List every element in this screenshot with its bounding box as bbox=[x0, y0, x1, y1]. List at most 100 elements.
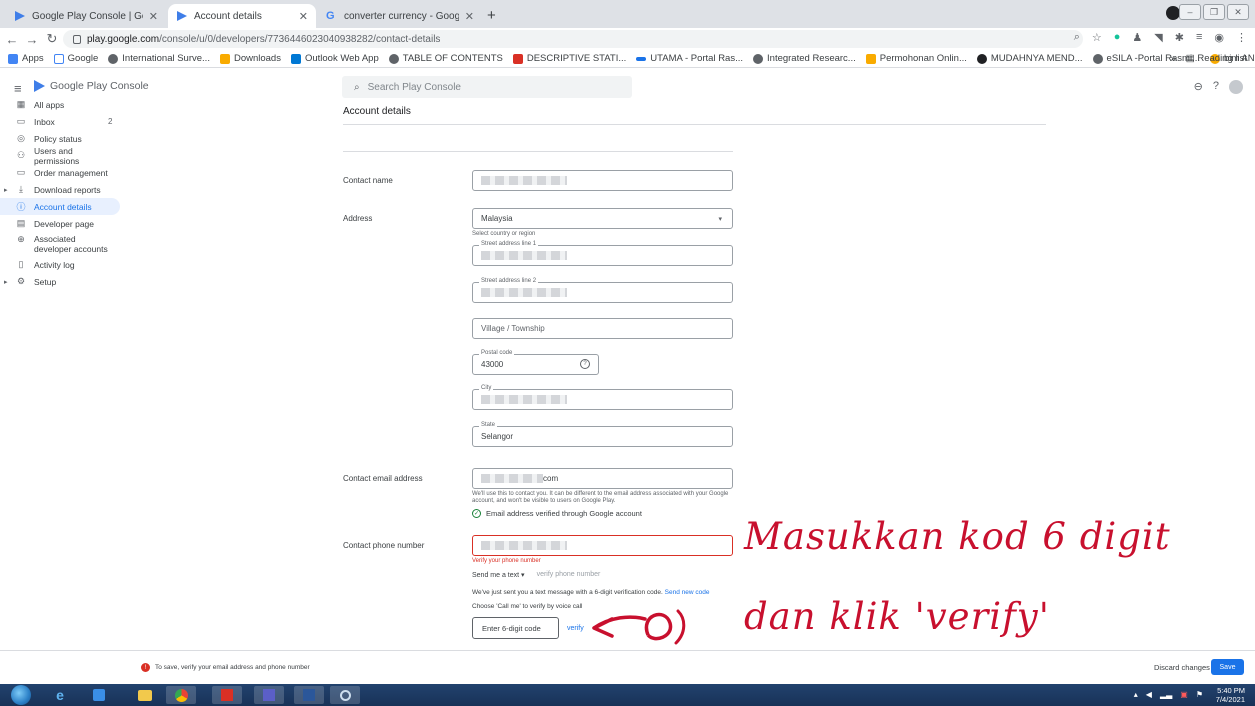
contact-name-field[interactable] bbox=[472, 170, 733, 191]
star-icon[interactable]: ☆ bbox=[1092, 31, 1102, 44]
tab-converter-currency[interactable]: G converter currency - Google Sea ✕ bbox=[318, 4, 482, 28]
state-field[interactable]: State Selangor bbox=[472, 422, 733, 447]
help-icon[interactable]: ? bbox=[1213, 80, 1219, 94]
bookmark-permohonan[interactable]: Permohonan Onlin... bbox=[865, 53, 967, 64]
extension-icon[interactable]: ♟ bbox=[1132, 31, 1142, 44]
reading-list-button[interactable]: ▤ Reading list bbox=[1186, 53, 1247, 64]
sidebar-item-setup[interactable]: ▸ ⚙ Setup bbox=[0, 273, 120, 290]
avatar[interactable] bbox=[1229, 80, 1243, 94]
village-field[interactable]: Village / Township bbox=[472, 318, 733, 339]
bookmarks-bar: Apps Google International Surve... Downl… bbox=[0, 50, 1255, 68]
postal-code-field[interactable]: Postal code 43000 ? bbox=[472, 350, 599, 375]
profile-icon[interactable] bbox=[1166, 6, 1180, 20]
extension-icons: ⌕ ☆ ● ♟ ◥ ✱ ≡ ◉ ⋮ bbox=[1074, 31, 1247, 44]
search-tool-icon[interactable] bbox=[330, 686, 360, 704]
system-clock[interactable]: 5:40 PM 7/4/2021 bbox=[1216, 686, 1245, 704]
close-tab-icon[interactable]: ✕ bbox=[149, 10, 158, 23]
bookmark-apps[interactable]: Apps bbox=[8, 53, 44, 64]
bookmark-downloads[interactable]: Downloads bbox=[219, 53, 281, 64]
sidebar-item-inbox[interactable]: ▭ Inbox 2 bbox=[0, 113, 120, 130]
reload-icon[interactable]: ↻ bbox=[42, 31, 62, 47]
sidebar-item-associated-accounts[interactable]: ⊕ Associated developer accounts bbox=[0, 232, 120, 256]
bookmark-table-of-contents[interactable]: TABLE OF CONTENTS bbox=[388, 53, 503, 64]
country-select[interactable]: Malaysia ▾ bbox=[472, 208, 733, 229]
sidebar-item-activity-log[interactable]: ▯ Activity log bbox=[0, 256, 120, 273]
close-tab-icon[interactable]: ✕ bbox=[465, 10, 474, 23]
bookmark-mudahnya[interactable]: MUDAHNYA MEND... bbox=[976, 53, 1083, 64]
phone-field[interactable] bbox=[472, 535, 733, 556]
extension-icon[interactable]: ◥ bbox=[1154, 31, 1162, 44]
divider bbox=[343, 151, 733, 152]
tab-google-play-console[interactable]: Google Play Console | Google Pl ✕ bbox=[6, 4, 166, 28]
grammarly-icon[interactable]: ● bbox=[1114, 31, 1121, 44]
account-icon: ⓘ bbox=[16, 202, 26, 212]
file-explorer-icon[interactable] bbox=[130, 686, 160, 704]
play-console-logo[interactable]: Google Play Console bbox=[34, 80, 149, 92]
menu-icon[interactable]: ⋮ bbox=[1236, 31, 1247, 44]
zoom-icon[interactable]: ⌕ bbox=[1074, 31, 1080, 44]
sidebar-item-account-details[interactable]: ⓘ Account details bbox=[0, 198, 120, 215]
flag-icon[interactable]: ⚑ bbox=[1196, 690, 1203, 699]
notification-icon[interactable]: ▣ bbox=[1180, 690, 1188, 699]
tray-expand-icon[interactable]: ▴ bbox=[1134, 690, 1138, 699]
minimize-button[interactable]: – bbox=[1179, 4, 1201, 20]
back-icon[interactable]: ← bbox=[2, 32, 22, 47]
expand-icon[interactable]: ▸ bbox=[4, 186, 8, 194]
email-verified-note: ✓ Email address verified through Google … bbox=[472, 509, 642, 518]
verification-code-input[interactable]: Enter 6-digit code bbox=[472, 617, 559, 639]
sidebar-item-order-management[interactable]: ▭ Order management bbox=[0, 164, 120, 181]
bookmark-utama[interactable]: UTAMA - Portal Ras... bbox=[636, 53, 743, 64]
street-address-1-field[interactable]: Street address line 1 bbox=[472, 241, 733, 266]
sidebar-item-developer-page[interactable]: ▤ Developer page bbox=[0, 215, 120, 232]
address-bar[interactable]: play.google.com/console/u/0/developers/7… bbox=[63, 30, 1083, 48]
maximize-button[interactable]: ❐ bbox=[1203, 4, 1225, 20]
puzzle-icon[interactable]: ✱ bbox=[1175, 31, 1184, 44]
tab-account-details[interactable]: Account details ✕ bbox=[168, 4, 316, 28]
new-tab-button[interactable]: + bbox=[487, 7, 496, 24]
volume-icon[interactable]: ◀ bbox=[1146, 690, 1152, 699]
email-field[interactable]: com bbox=[472, 468, 733, 489]
verify-button[interactable]: verify bbox=[567, 625, 584, 632]
internet-explorer-icon[interactable]: e bbox=[45, 686, 75, 704]
close-window-button[interactable]: ✕ bbox=[1227, 4, 1249, 20]
expand-icon[interactable]: ▸ bbox=[4, 278, 8, 286]
media-icon[interactable]: ≡ bbox=[1196, 31, 1202, 44]
teams-icon[interactable] bbox=[254, 686, 284, 704]
verify-phone-button[interactable]: verify phone number bbox=[537, 571, 601, 579]
acrobat-icon[interactable] bbox=[212, 686, 242, 704]
start-button[interactable] bbox=[11, 685, 31, 705]
bookmark-integrated-research[interactable]: Integrated Researc... bbox=[753, 53, 856, 64]
word-icon[interactable] bbox=[294, 686, 324, 704]
sidebar-item-policy-status[interactable]: ◎ Policy status bbox=[0, 130, 120, 147]
bookmark-google[interactable]: Google bbox=[53, 53, 98, 64]
sidebar-item-download-reports[interactable]: ▸ ⤓ Download reports bbox=[0, 181, 120, 198]
chevron-down-icon: ▾ bbox=[718, 216, 722, 223]
media-player-icon[interactable] bbox=[84, 686, 114, 704]
discard-changes-button[interactable]: Discard changes bbox=[1154, 663, 1210, 672]
avatar-icon[interactable]: ◉ bbox=[1214, 31, 1224, 44]
network-icon[interactable]: ▂▃ bbox=[1160, 690, 1172, 699]
phone-error: Verify your phone number bbox=[472, 558, 541, 564]
city-field[interactable]: City bbox=[472, 385, 733, 410]
bookmark-outlook[interactable]: Outlook Web App bbox=[290, 53, 379, 64]
link-icon[interactable]: ⊖ bbox=[1194, 80, 1203, 94]
bookmark-descriptive-stati[interactable]: DESCRIPTIVE STATI... bbox=[512, 53, 626, 64]
chrome-taskbar-icon[interactable] bbox=[166, 686, 196, 704]
search-input[interactable]: ⌕ Search Play Console bbox=[342, 76, 632, 98]
close-tab-icon[interactable]: ✕ bbox=[299, 10, 308, 23]
hand-drawn-arrow bbox=[592, 609, 686, 645]
menu-icon[interactable]: ≡ bbox=[14, 81, 22, 96]
bookmarks-overflow-button[interactable]: » bbox=[1170, 53, 1175, 64]
google-icon: G bbox=[326, 10, 335, 22]
send-method-dropdown[interactable]: Send me a text ▾ bbox=[472, 571, 525, 579]
bookmark-international-survey[interactable]: International Surve... bbox=[108, 53, 210, 64]
play-logo-icon bbox=[34, 80, 45, 92]
street-address-2-field[interactable]: Street address line 2 bbox=[472, 278, 733, 303]
sidebar-item-users-permissions[interactable]: ⚇ Users and permissions bbox=[0, 146, 120, 166]
redacted-value bbox=[481, 288, 567, 297]
send-new-code-link[interactable]: Send new code bbox=[665, 589, 710, 596]
forward-icon[interactable]: → bbox=[22, 32, 42, 47]
help-icon[interactable]: ? bbox=[580, 359, 590, 369]
save-button[interactable]: Save bbox=[1211, 659, 1244, 675]
sidebar-item-all-apps[interactable]: ▦ All apps bbox=[0, 96, 120, 113]
